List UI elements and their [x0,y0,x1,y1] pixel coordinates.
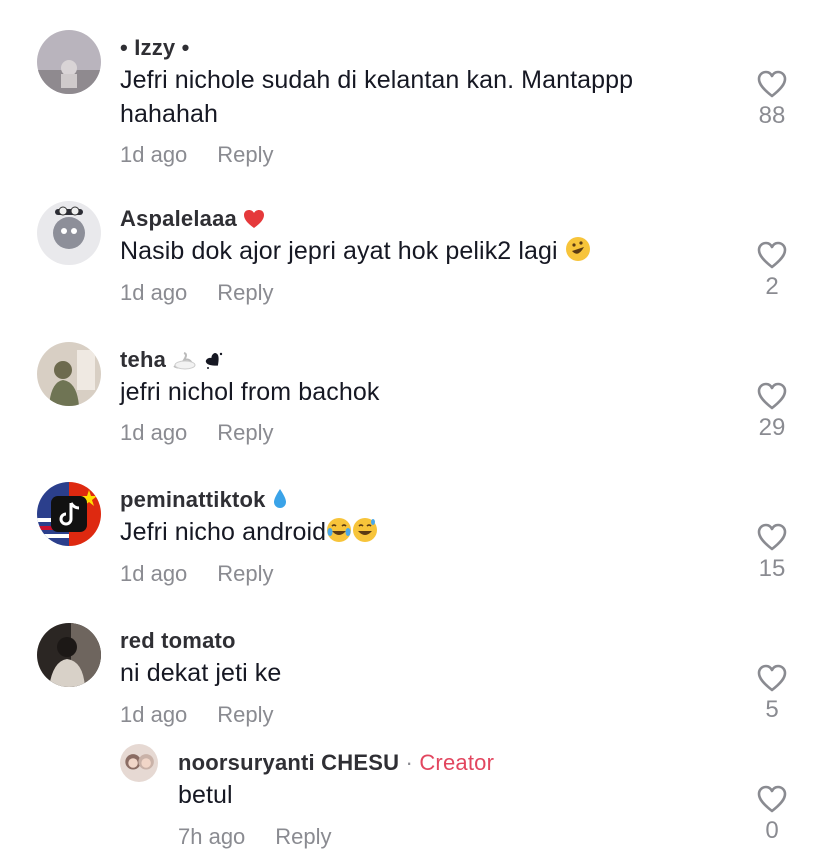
heart-outline-icon [757,241,787,269]
comment-time: 1d ago [120,561,188,586]
like-count: 15 [758,555,786,582]
reply-button[interactable]: Reply [217,561,273,586]
like-count: 5 [765,696,779,723]
like-button[interactable]: 88 [737,70,807,130]
like-count: 0 [765,817,779,844]
avatar[interactable] [37,623,101,687]
like-button[interactable]: 29 [737,382,807,442]
username-text[interactable]: Aspalelaaa [120,206,237,231]
comment-username[interactable]: Aspalelaaa [120,206,265,232]
like-count: 2 [765,273,779,300]
like-count: 29 [758,414,786,441]
separator: · [399,750,420,775]
reply-text: betul [178,781,233,809]
avatar[interactable] [120,744,158,782]
reply-username[interactable]: noorsuryanti CHESU · Creator [178,750,494,776]
creator-badge: Creator [419,750,495,775]
comment-time: 1d ago [120,142,188,167]
comment-text: jefri nichol from bachok [120,378,380,406]
rofl-emoji-icon [565,237,590,261]
reply-meta: 7h ago Reply [178,824,332,850]
heart-outline-icon [757,664,787,692]
like-button[interactable]: 5 [737,664,807,724]
comment-meta: 1d ago Reply [120,280,274,306]
swan-emoji-icon [173,352,196,370]
heart-outline-icon [757,785,787,813]
comment-username[interactable]: • Izzy • [120,35,190,61]
comment-time: 1d ago [120,280,188,305]
comment-meta: 1d ago Reply [120,420,274,446]
heart-outline-icon [757,523,787,551]
comment-text: Nasib dok ajor jepri ayat hok pelik2 lag… [120,234,720,268]
comment-text-content: Nasib dok ajor jepri ayat hok pelik2 lag… [120,237,558,265]
like-button[interactable]: 2 [737,241,807,301]
tears-of-joy-emoji-icon [327,518,352,542]
like-button[interactable]: 0 [737,785,807,845]
comment-meta: 1d ago Reply [120,702,274,728]
reply-button[interactable]: Reply [217,420,273,445]
avatar[interactable] [37,342,101,406]
comment-username[interactable]: teha [120,347,223,373]
comment-text-content: Jefri nicho android [120,518,327,546]
avatar[interactable] [37,30,101,94]
comment-time: 1d ago [120,702,188,727]
like-count: 88 [758,102,786,129]
username-text[interactable]: noorsuryanti CHESU [178,750,399,775]
heart-arrow-icon [205,352,222,369]
comment-text: Jefri nichole sudah di kelantan kan. Man… [120,66,634,128]
reply-button[interactable]: Reply [217,142,273,167]
reply-time: 7h ago [178,824,246,849]
comment-text: Jefri nicho android [120,515,720,549]
droplet-emoji-icon [273,489,286,508]
comment-time: 1d ago [120,420,188,445]
heart-outline-icon [757,70,787,98]
heart-emoji-icon [244,210,265,228]
reply-button[interactable]: Reply [217,280,273,305]
reply-button[interactable]: Reply [217,702,273,727]
avatar[interactable] [37,201,101,265]
username-text[interactable]: peminattiktok [120,487,266,512]
comment-meta: 1d ago Reply [120,142,274,168]
like-button[interactable]: 15 [737,523,807,583]
username-text[interactable]: teha [120,347,166,372]
reply-button[interactable]: Reply [275,824,331,849]
heart-outline-icon [757,382,787,410]
avatar[interactable] [37,482,101,546]
grinning-sweat-emoji-icon [353,518,378,542]
comment-text: ni dekat jeti ke [120,659,282,687]
comment-username[interactable]: red tomato [120,628,236,654]
comment-username[interactable]: peminattiktok [120,487,288,513]
comment-meta: 1d ago Reply [120,561,274,587]
